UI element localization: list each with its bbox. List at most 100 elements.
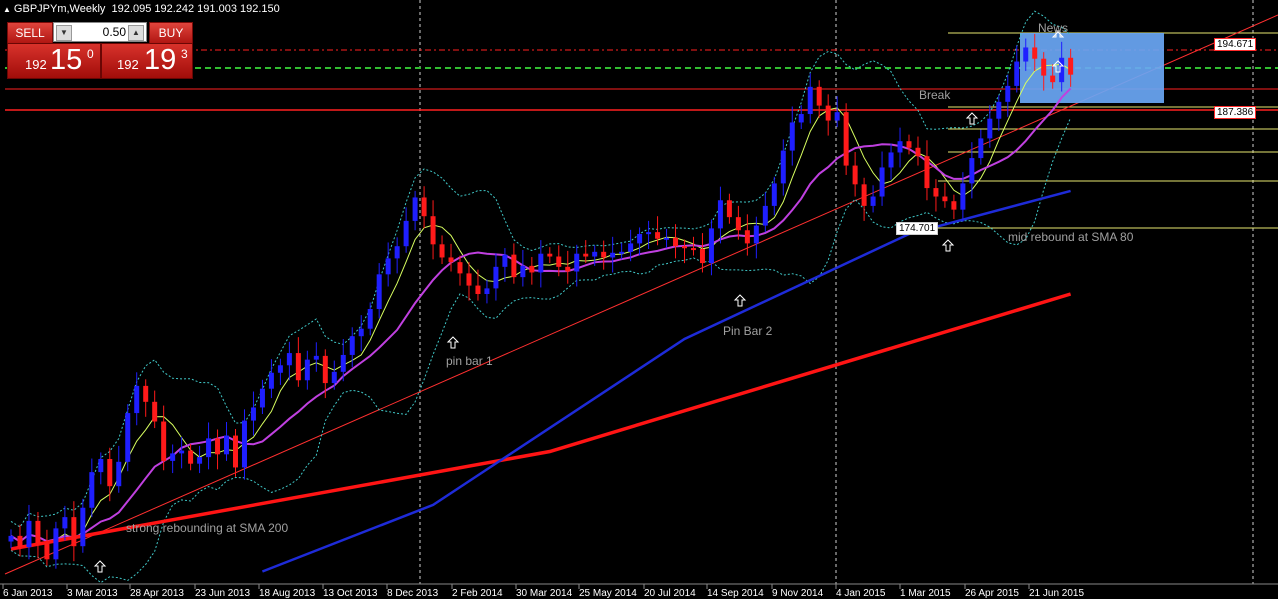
x-tick-label: 8 Dec 2013 bbox=[387, 588, 439, 599]
candle-body bbox=[538, 253, 544, 273]
candle-body bbox=[502, 254, 508, 267]
buy-price-quote[interactable]: 192 19 3 bbox=[101, 43, 193, 79]
candle-body bbox=[753, 225, 759, 244]
candle-body bbox=[8, 535, 14, 542]
lot-size-input[interactable] bbox=[72, 24, 126, 40]
candle-body bbox=[89, 472, 95, 508]
candle-body bbox=[978, 138, 984, 159]
candle-body bbox=[1032, 47, 1038, 59]
candle-body bbox=[143, 385, 149, 402]
candle-body bbox=[403, 220, 409, 247]
candle-body bbox=[708, 228, 714, 264]
candle-body bbox=[762, 205, 768, 226]
candle-body bbox=[394, 246, 400, 259]
candle-body bbox=[664, 237, 670, 240]
candle-body bbox=[349, 336, 355, 355]
sell-button[interactable]: SELL bbox=[7, 22, 53, 44]
candle-body bbox=[322, 355, 328, 384]
candle-body bbox=[80, 507, 86, 547]
candle-body bbox=[888, 152, 894, 168]
price-label-mid: 187.386 bbox=[1214, 106, 1257, 119]
annotation-pin-bar-1: pin bar 1 bbox=[446, 354, 493, 368]
candle-body bbox=[780, 150, 786, 184]
candle-body bbox=[726, 200, 732, 218]
candle-body bbox=[744, 230, 750, 244]
candle-body bbox=[565, 266, 571, 272]
candle-body bbox=[62, 517, 68, 529]
candle-body bbox=[637, 234, 643, 244]
lot-increase-icon[interactable]: ▲ bbox=[128, 25, 144, 41]
candle-body bbox=[825, 105, 831, 121]
candle-body bbox=[1023, 47, 1029, 62]
candle-body bbox=[421, 197, 427, 217]
candle-body bbox=[17, 535, 23, 548]
candle-body bbox=[699, 249, 705, 264]
candle-body bbox=[107, 459, 113, 487]
x-tick-label: 21 Jun 2015 bbox=[1029, 588, 1084, 599]
price-chart[interactable]: 6 Jan 2013 3 Mar 2013 28 Apr 2013 23 Jun 20… bbox=[0, 0, 1278, 599]
candle-body bbox=[789, 122, 795, 151]
candle-body bbox=[116, 461, 122, 487]
candle-body bbox=[493, 266, 499, 289]
annotation-mid-rebound: mid rebound at SMA 80 bbox=[1008, 230, 1134, 244]
candle-body bbox=[98, 459, 104, 473]
sell-price-quote[interactable]: 192 15 0 bbox=[7, 43, 101, 79]
candle-body bbox=[628, 243, 634, 252]
candle-body bbox=[35, 520, 41, 544]
candle-body bbox=[475, 285, 481, 295]
candle-body bbox=[484, 288, 490, 295]
candle-body bbox=[655, 232, 661, 239]
candle-body bbox=[915, 147, 921, 157]
candle-body bbox=[385, 258, 391, 275]
candle-body bbox=[646, 232, 652, 235]
x-tick-label: 9 Nov 2014 bbox=[772, 588, 824, 599]
candle-body bbox=[259, 388, 265, 408]
x-tick-label: 3 Mar 2013 bbox=[67, 588, 118, 599]
candle-body bbox=[1068, 57, 1074, 75]
candle-body bbox=[619, 251, 625, 254]
buy-price-main: 19 bbox=[144, 44, 177, 76]
annotation-pin-bar-2: Pin Bar 2 bbox=[723, 324, 773, 338]
candle-body bbox=[556, 256, 562, 267]
candle-body bbox=[879, 167, 885, 197]
x-tick-label: 13 Oct 2013 bbox=[323, 588, 378, 599]
candle-body bbox=[906, 141, 912, 148]
candle-body bbox=[286, 353, 292, 366]
candle-body bbox=[439, 244, 445, 258]
candle-body bbox=[717, 200, 723, 229]
x-tick-label: 28 Apr 2013 bbox=[130, 588, 184, 599]
sell-price-prefix: 192 bbox=[25, 57, 47, 72]
candle-body bbox=[26, 520, 32, 548]
candle-body bbox=[574, 253, 580, 272]
lot-decrease-icon[interactable]: ▼ bbox=[56, 25, 72, 41]
buy-button[interactable]: BUY bbox=[149, 22, 193, 44]
candle-body bbox=[511, 254, 517, 278]
candle-body bbox=[367, 309, 373, 329]
candle-body bbox=[430, 216, 436, 245]
x-tick-label: 14 Sep 2014 bbox=[707, 588, 764, 599]
candle-body bbox=[996, 101, 1002, 119]
candle-body bbox=[71, 517, 77, 547]
sell-price-main: 15 bbox=[50, 44, 83, 76]
buy-price-prefix: 192 bbox=[117, 57, 139, 72]
candle-body bbox=[942, 196, 948, 202]
candle-body bbox=[188, 450, 194, 464]
chart-header: ▲ GBPJPYm,Weekly 192.095 192.242 191.003 … bbox=[3, 3, 280, 15]
x-tick-label: 6 Jan 2013 bbox=[3, 588, 53, 599]
candle-body bbox=[233, 435, 238, 468]
candle-body bbox=[870, 196, 876, 206]
candle-body bbox=[241, 420, 247, 468]
price-label-low: 174.701 bbox=[896, 222, 939, 235]
candle-body bbox=[682, 246, 687, 249]
lot-size-control: ▼ ▲ bbox=[53, 22, 147, 42]
candle-body bbox=[358, 328, 364, 337]
x-tick-label: 26 Apr 2015 bbox=[965, 588, 1019, 599]
candle-body bbox=[295, 353, 301, 381]
x-tick-label: 23 Jun 2013 bbox=[195, 588, 250, 599]
candle-body bbox=[960, 183, 966, 210]
candle-body bbox=[771, 183, 777, 206]
candle-body bbox=[816, 86, 822, 106]
candle-body bbox=[601, 251, 607, 258]
x-tick-label: 2 Feb 2014 bbox=[452, 588, 503, 599]
x-tick-label: 1 Mar 2015 bbox=[900, 588, 951, 599]
